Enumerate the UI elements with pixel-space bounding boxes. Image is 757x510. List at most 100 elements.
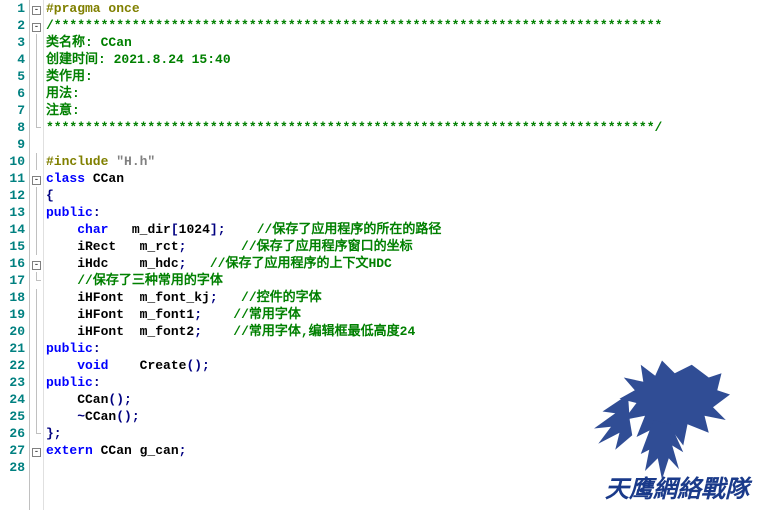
code-token: [ [171,222,179,237]
line-number: 9 [0,136,25,153]
fold-cell [30,102,43,119]
fold-cell[interactable]: - [30,0,43,17]
code-line[interactable]: public: [46,374,757,391]
line-number: 1 [0,0,25,17]
code-token: //保存了三种常用的字体 [77,273,223,288]
code-token [226,222,257,237]
fold-toggle-icon[interactable]: - [32,261,41,270]
code-token: public [46,375,93,390]
code-line[interactable]: }; [46,425,757,442]
code-token: public [46,205,93,220]
code-token [202,324,233,339]
code-token: /***************************************… [46,18,662,33]
fold-toggle-icon[interactable]: - [32,448,41,457]
line-number: 12 [0,187,25,204]
code-line[interactable]: 用法: [46,85,757,102]
line-number: 16 [0,255,25,272]
line-number: 24 [0,391,25,408]
fold-cell[interactable]: - [30,442,43,459]
code-token: CCan [85,409,116,424]
code-token: class [46,171,85,186]
fold-cell [30,272,43,289]
code-line[interactable]: ****************************************… [46,119,757,136]
line-number: 15 [0,238,25,255]
code-token: ; [210,290,218,305]
fold-cell [30,119,43,136]
code-line[interactable]: { [46,187,757,204]
code-line[interactable]: 类名称: CCan [46,34,757,51]
line-number: 23 [0,374,25,391]
code-line[interactable]: CCan(); [46,391,757,408]
code-line[interactable]: ~CCan(); [46,408,757,425]
line-number: 19 [0,306,25,323]
code-token: void [77,358,108,373]
code-area[interactable]: #pragma once /***************************… [44,0,757,510]
fold-cell [30,459,43,476]
fold-cell [30,221,43,238]
fold-cell [30,340,43,357]
code-token: iHdc m_hdc [46,256,179,271]
code-line[interactable]: iHFont m_font_kj; //控件的字体 [46,289,757,306]
code-line[interactable]: class CCan [46,170,757,187]
code-token: (); [108,392,131,407]
line-number: 5 [0,68,25,85]
code-line[interactable]: 创建时间: 2021.8.24 15:40 [46,51,757,68]
code-token: : [93,341,101,356]
line-number: 2 [0,17,25,34]
code-token: Create [108,358,186,373]
code-token: CCan [85,171,124,186]
code-line[interactable]: extern CCan g_can; [46,442,757,459]
code-token: //保存了应用程序的所在的路径 [257,222,442,237]
code-token [202,307,233,322]
fold-cell [30,136,43,153]
code-line[interactable]: //保存了三种常用的字体 [46,272,757,289]
code-line[interactable]: char m_dir[1024]; //保存了应用程序的所在的路径 [46,221,757,238]
fold-cell [30,187,43,204]
fold-cell [30,238,43,255]
code-line[interactable]: #pragma once [46,0,757,17]
code-token: (); [186,358,209,373]
code-line[interactable]: iRect m_rct; //保存了应用程序窗口的坐标 [46,238,757,255]
code-line[interactable] [46,136,757,153]
line-number: 4 [0,51,25,68]
line-number: 11 [0,170,25,187]
code-token: 类名称: CCan [46,35,132,50]
code-token: ~ [77,409,85,424]
code-line[interactable] [46,459,757,476]
fold-cell [30,68,43,85]
code-line[interactable]: /***************************************… [46,17,757,34]
code-line[interactable]: 注意: [46,102,757,119]
fold-toggle-icon[interactable]: - [32,176,41,185]
fold-cell [30,425,43,442]
line-number-gutter: 1234567891011121314151617181920212223242… [0,0,30,510]
line-number: 6 [0,85,25,102]
code-token: ; [194,307,202,322]
code-token: public [46,341,93,356]
code-line[interactable]: public: [46,340,757,357]
code-token: extern [46,443,93,458]
line-number: 7 [0,102,25,119]
code-token: ; [194,324,202,339]
fold-cell [30,374,43,391]
fold-cell[interactable]: - [30,17,43,34]
code-token: iHFont m_font2 [46,324,194,339]
code-token: { [46,188,54,203]
code-line[interactable]: iHdc m_hdc; //保存了应用程序的上下文HDC [46,255,757,272]
code-line[interactable]: 类作用: [46,68,757,85]
code-token: ]; [210,222,226,237]
fold-toggle-icon[interactable]: - [32,23,41,32]
code-token: 创建时间: 2021.8.24 15:40 [46,52,231,67]
fold-cell[interactable]: - [30,170,43,187]
line-number: 17 [0,272,25,289]
fold-toggle-icon[interactable]: - [32,6,41,15]
code-token [186,256,209,271]
code-token: #pragma once [46,1,140,16]
fold-cell[interactable]: - [30,255,43,272]
code-line[interactable]: iHFont m_font1; //常用字体 [46,306,757,323]
line-number: 20 [0,323,25,340]
code-line[interactable]: void Create(); [46,357,757,374]
code-token: : [93,205,101,220]
code-line[interactable]: public: [46,204,757,221]
code-line[interactable]: iHFont m_font2; //常用字体,编辑框最低高度24 [46,323,757,340]
code-line[interactable]: #include "H.h" [46,153,757,170]
